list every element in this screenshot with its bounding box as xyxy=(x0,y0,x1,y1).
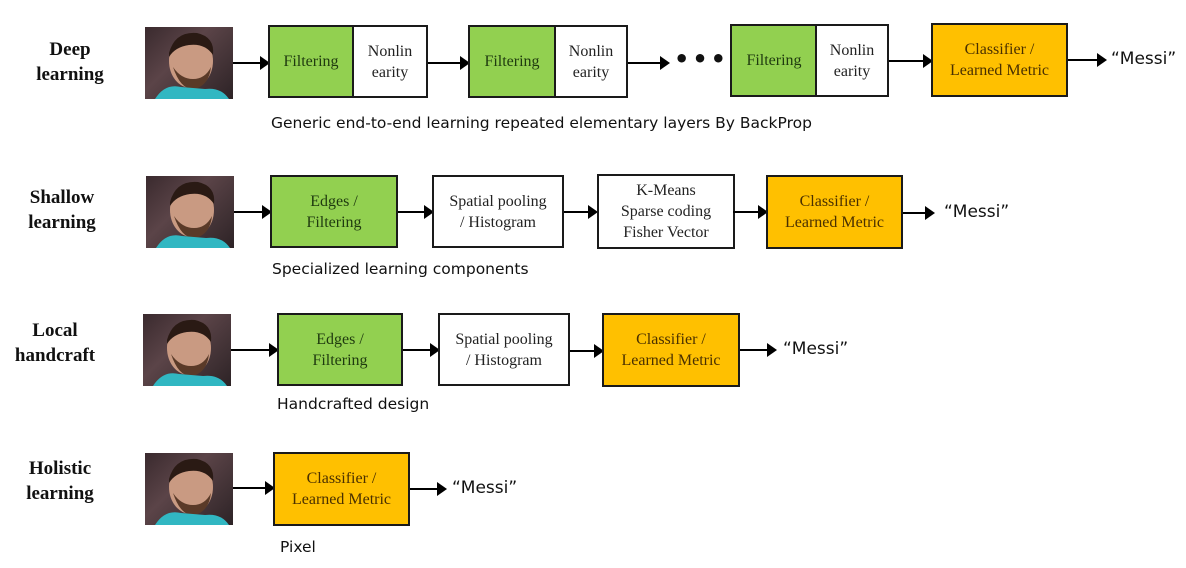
output-label: “Messi” xyxy=(452,478,518,498)
stage-box-edges-filtering: Edges / Filtering xyxy=(270,175,398,248)
face-photo-icon xyxy=(155,458,229,525)
arrow xyxy=(233,481,275,495)
input-face-photo xyxy=(145,27,233,99)
input-face-photo xyxy=(143,314,231,386)
row-label-shallow-learning: Shallow learning xyxy=(28,187,96,233)
output-label: “Messi” xyxy=(1111,49,1177,69)
input-face-photo xyxy=(146,176,234,248)
stage-box-filtering: Filtering xyxy=(468,25,556,98)
face-photo-icon xyxy=(155,32,229,99)
face-photo-icon xyxy=(153,319,227,386)
face-photo-icon xyxy=(156,181,230,248)
output-label: “Messi” xyxy=(783,339,849,359)
arrow xyxy=(428,56,470,70)
classifier-box: Classifier / Learned Metric xyxy=(273,452,410,526)
stage-box-encoding: K-Means Sparse coding Fisher Vector xyxy=(597,174,735,249)
stage-box-nonlinearity: Nonlin earity xyxy=(352,25,428,98)
stage-box-spatial-pooling: Spatial pooling / Histogram xyxy=(432,175,564,248)
row-caption: Handcrafted design xyxy=(277,395,430,413)
arrow xyxy=(410,482,447,496)
arrow xyxy=(570,344,604,358)
arrow xyxy=(234,205,272,219)
classifier-box: Classifier / Learned Metric xyxy=(931,23,1068,97)
arrow xyxy=(628,56,670,70)
arrow xyxy=(889,54,933,68)
output-label: “Messi” xyxy=(944,202,1010,222)
input-face-photo xyxy=(145,453,233,525)
arrow xyxy=(733,205,768,219)
row-caption: Pixel xyxy=(280,538,316,556)
stage-box-filtering: Filtering xyxy=(730,24,818,97)
row-caption: Specialized learning components xyxy=(272,260,529,278)
arrow xyxy=(233,56,270,70)
stage-box-spatial-pooling: Spatial pooling / Histogram xyxy=(438,313,570,386)
classifier-box: Classifier / Learned Metric xyxy=(602,313,740,387)
stage-box-nonlinearity: Nonlin earity xyxy=(815,24,889,97)
arrow xyxy=(564,205,598,219)
row-caption: Generic end-to-end learning repeated ele… xyxy=(271,114,812,132)
row-label-holistic-learning: Holistic learning xyxy=(26,458,94,504)
arrow xyxy=(231,343,279,357)
stage-box-nonlinearity: Nonlin earity xyxy=(554,25,628,98)
arrow xyxy=(740,343,777,357)
arrow xyxy=(903,206,935,220)
arrow xyxy=(403,343,440,357)
stage-box-filtering: Filtering xyxy=(268,25,354,98)
classifier-box: Classifier / Learned Metric xyxy=(766,175,903,249)
arrow xyxy=(398,205,434,219)
arrow xyxy=(1068,53,1107,67)
row-label-local-handcraft: Local handcraft xyxy=(14,320,96,366)
stage-box-edges-filtering: Edges / Filtering xyxy=(277,313,403,386)
row-label-deep-learning: Deep learning xyxy=(36,39,104,85)
ellipsis-more-layers: ••• xyxy=(674,45,730,73)
